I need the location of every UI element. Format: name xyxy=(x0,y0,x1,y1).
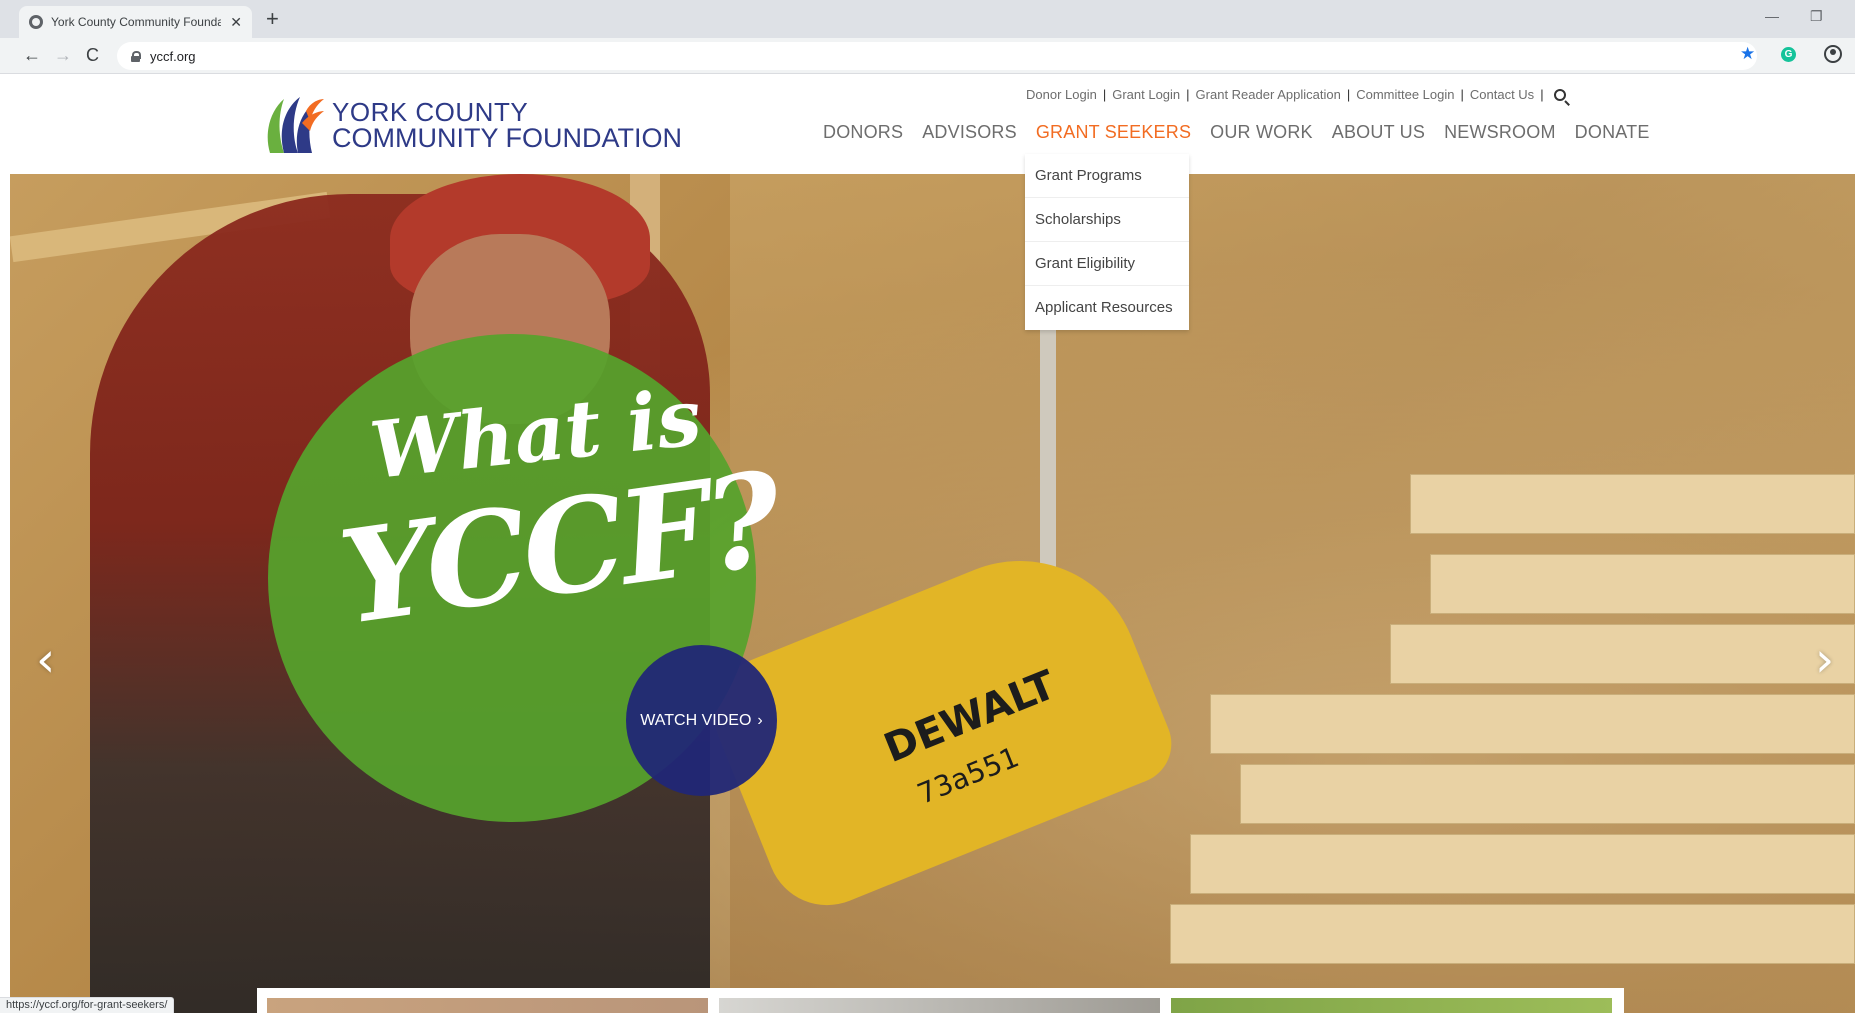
grammarly-extension-icon[interactable]: G xyxy=(1781,47,1796,62)
back-arrow-icon[interactable]: ← xyxy=(23,44,41,66)
forward-arrow-icon[interactable]: → xyxy=(54,44,72,66)
feature-card-image[interactable] xyxy=(719,998,1160,1013)
hero-slider: DEWALT 73a551 What is YCCF? WATCH VIDEO … xyxy=(10,174,1855,1013)
nav-donate[interactable]: DONATE xyxy=(1575,122,1650,143)
nav-newsroom[interactable]: NEWSROOM xyxy=(1444,122,1556,143)
site-logo[interactable]: YORK COUNTY COMMUNITY FOUNDATION xyxy=(260,93,682,157)
feature-card-image[interactable] xyxy=(267,998,708,1013)
feature-cards-strip xyxy=(257,988,1624,1013)
committee-login-link[interactable]: Committee Login xyxy=(1356,87,1454,102)
slider-next-arrow-icon[interactable]: › xyxy=(1815,632,1834,688)
feature-card-image[interactable] xyxy=(1171,998,1612,1013)
site-header: YORK COUNTY COMMUNITY FOUNDATION Donor L… xyxy=(0,75,1855,174)
yccf-logo-icon xyxy=(267,97,324,153)
utility-separator: | xyxy=(1346,87,1351,102)
donor-login-link[interactable]: Donor Login xyxy=(1026,87,1097,102)
browser-tab[interactable]: York County Community Founda ✕ xyxy=(19,6,252,38)
dropdown-grant-eligibility[interactable]: Grant Eligibility xyxy=(1025,242,1189,286)
browser-tab-bar: York County Community Founda ✕ + — ❐ xyxy=(0,0,1855,38)
url-text[interactable]: yccf.org xyxy=(150,49,196,64)
new-tab-button[interactable]: + xyxy=(266,8,279,30)
hero-lumber xyxy=(1390,624,1855,684)
close-tab-icon[interactable]: ✕ xyxy=(230,14,242,31)
hero-lumber xyxy=(1430,554,1855,614)
nav-our-work[interactable]: OUR WORK xyxy=(1210,122,1313,143)
search-icon[interactable] xyxy=(1553,88,1566,101)
nav-donors[interactable]: DONORS xyxy=(823,122,903,143)
utility-separator: | xyxy=(1540,87,1544,102)
main-nav: DONORS ADVISORS GRANT SEEKERS OUR WORK A… xyxy=(823,122,1650,143)
chevron-right-icon: › xyxy=(757,711,763,729)
logo-line-york-county: YORK COUNTY xyxy=(332,97,529,127)
contact-us-link[interactable]: Contact Us xyxy=(1470,87,1534,102)
restore-icon[interactable]: ❐ xyxy=(1810,8,1823,25)
hero-lumber xyxy=(1210,694,1855,754)
browser-toolbar: ← → C yccf.org xyxy=(0,38,1855,74)
reload-icon[interactable]: C xyxy=(86,44,99,66)
bookmark-star-icon[interactable]: ★ xyxy=(1740,44,1755,64)
utility-nav: Donor Login | Grant Login | Grant Reader… xyxy=(1026,87,1566,102)
browser-status-url: https://yccf.org/for-grant-seekers/ xyxy=(0,997,175,1013)
logo-wordmark: YORK COUNTY COMMUNITY FOUNDATION xyxy=(332,97,682,153)
slider-prev-arrow-icon[interactable]: ‹ xyxy=(36,632,55,688)
utility-separator: | xyxy=(1460,87,1464,102)
tab-title: York County Community Founda xyxy=(51,15,221,29)
dropdown-applicant-resources[interactable]: Applicant Resources xyxy=(1025,286,1189,330)
watch-video-label: WATCH VIDEO xyxy=(640,711,752,729)
minimize-icon[interactable]: — xyxy=(1765,8,1779,24)
utility-separator: | xyxy=(1186,87,1190,102)
grant-reader-application-link[interactable]: Grant Reader Application xyxy=(1196,87,1341,102)
logo-line-community-foundation: COMMUNITY FOUNDATION xyxy=(332,123,682,153)
address-bar[interactable]: yccf.org xyxy=(117,42,1757,70)
lock-icon[interactable] xyxy=(131,50,141,62)
dropdown-scholarships[interactable]: Scholarships xyxy=(1025,198,1189,242)
profile-icon[interactable] xyxy=(1824,45,1842,63)
grant-login-link[interactable]: Grant Login xyxy=(1112,87,1180,102)
dropdown-grant-programs[interactable]: Grant Programs xyxy=(1025,154,1189,198)
hero-lumber xyxy=(1170,904,1855,964)
utility-separator: | xyxy=(1102,87,1107,102)
grant-seekers-dropdown: Grant Programs Scholarships Grant Eligib… xyxy=(1025,154,1189,330)
hero-lumber xyxy=(1190,834,1855,894)
globe-icon xyxy=(29,15,43,29)
nav-advisors[interactable]: ADVISORS xyxy=(922,122,1017,143)
nav-about-us[interactable]: ABOUT US xyxy=(1332,122,1425,143)
watch-video-button[interactable]: WATCH VIDEO › xyxy=(626,645,777,796)
hero-lumber xyxy=(1410,474,1855,534)
nav-grant-seekers[interactable]: GRANT SEEKERS xyxy=(1036,122,1191,143)
hero-lumber xyxy=(1240,764,1855,824)
